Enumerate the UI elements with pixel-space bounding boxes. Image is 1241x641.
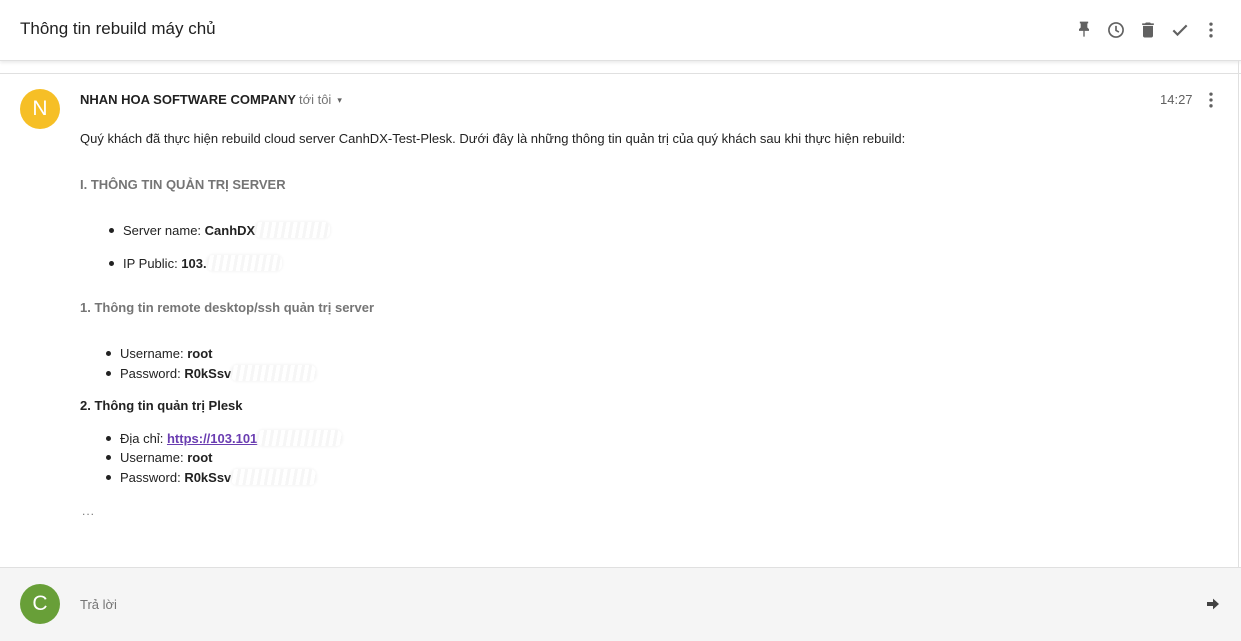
sender-line: NHAN HOA SOFTWARE COMPANY tới tôi ▾	[80, 92, 342, 107]
recipient-label: tới tôi	[298, 92, 332, 107]
list-item: Server name: CanhDX	[109, 222, 331, 238]
bullet-dot	[106, 351, 111, 356]
item-value: R0kSsv	[184, 470, 232, 485]
header-bar: Thông tin rebuild máy chủ	[0, 0, 1241, 61]
section-heading-server: I. THÔNG TIN QUẢN TRỊ SERVER	[80, 177, 286, 192]
pin-icon[interactable]	[1072, 18, 1096, 42]
bullet-dot	[106, 436, 111, 441]
item-label: Username:	[120, 450, 188, 465]
item-value: 103.	[181, 256, 207, 271]
item-label: Server name:	[123, 223, 205, 238]
divider	[0, 73, 1241, 74]
item-value: CanhDX	[204, 223, 256, 238]
email-subject: Thông tin rebuild máy chủ	[20, 19, 216, 38]
user-avatar[interactable]: C	[20, 584, 60, 624]
list-item: Username: root	[106, 450, 212, 465]
check-done-icon[interactable]	[1168, 18, 1192, 42]
bullet-dot	[106, 475, 111, 480]
item-label: Password:	[120, 470, 185, 485]
item-label: IP Public:	[123, 256, 182, 271]
item-label: Username:	[120, 346, 188, 361]
plesk-address-link[interactable]: https://103.101	[167, 431, 257, 446]
list-item: Username: root	[106, 346, 212, 361]
sender-avatar[interactable]: N	[20, 89, 60, 129]
redacted-mask	[255, 222, 331, 238]
more-vert-icon[interactable]	[1199, 18, 1223, 42]
message-time: 14:27	[1160, 92, 1193, 107]
section-heading-remote: 1. Thông tin remote desktop/ssh quản trị…	[80, 300, 375, 315]
item-label: Password:	[120, 366, 185, 381]
bullet-dot	[109, 228, 114, 233]
list-item: Password: R0kSsv	[106, 469, 317, 485]
trash-icon[interactable]	[1136, 18, 1160, 42]
item-value: R0kSsv	[184, 366, 232, 381]
redacted-mask	[231, 365, 317, 381]
redacted-mask	[231, 469, 317, 485]
bullet-dot	[106, 455, 111, 460]
reply-input[interactable]: Trả lời	[80, 597, 117, 612]
item-value: root	[187, 346, 213, 361]
redacted-mask	[257, 430, 343, 446]
bullet-dot	[106, 371, 111, 376]
intro-text: Quý khách đã thực hiện rebuild cloud ser…	[80, 131, 906, 146]
redacted-mask	[206, 255, 282, 271]
section-heading-plesk: 2. Thông tin quản trị Plesk	[80, 398, 243, 413]
show-trimmed-content[interactable]: ...	[82, 504, 95, 518]
forward-arrow-icon[interactable]	[1202, 593, 1224, 615]
list-item: IP Public: 103.	[109, 255, 282, 271]
item-label: Địa chỉ:	[120, 431, 167, 446]
details-toggle-icon[interactable]: ▾	[337, 95, 342, 106]
item-value: root	[187, 450, 213, 465]
message-more-icon[interactable]	[1200, 88, 1222, 112]
bullet-dot	[109, 261, 114, 266]
list-item: Password: R0kSsv	[106, 365, 317, 381]
reply-bar: C Trả lời	[0, 567, 1241, 641]
snooze-clock-icon[interactable]	[1104, 18, 1128, 42]
list-item: Địa chỉ: https://103.101	[106, 430, 343, 446]
right-border	[1238, 60, 1239, 568]
sender-name[interactable]: NHAN HOA SOFTWARE COMPANY	[80, 92, 296, 107]
